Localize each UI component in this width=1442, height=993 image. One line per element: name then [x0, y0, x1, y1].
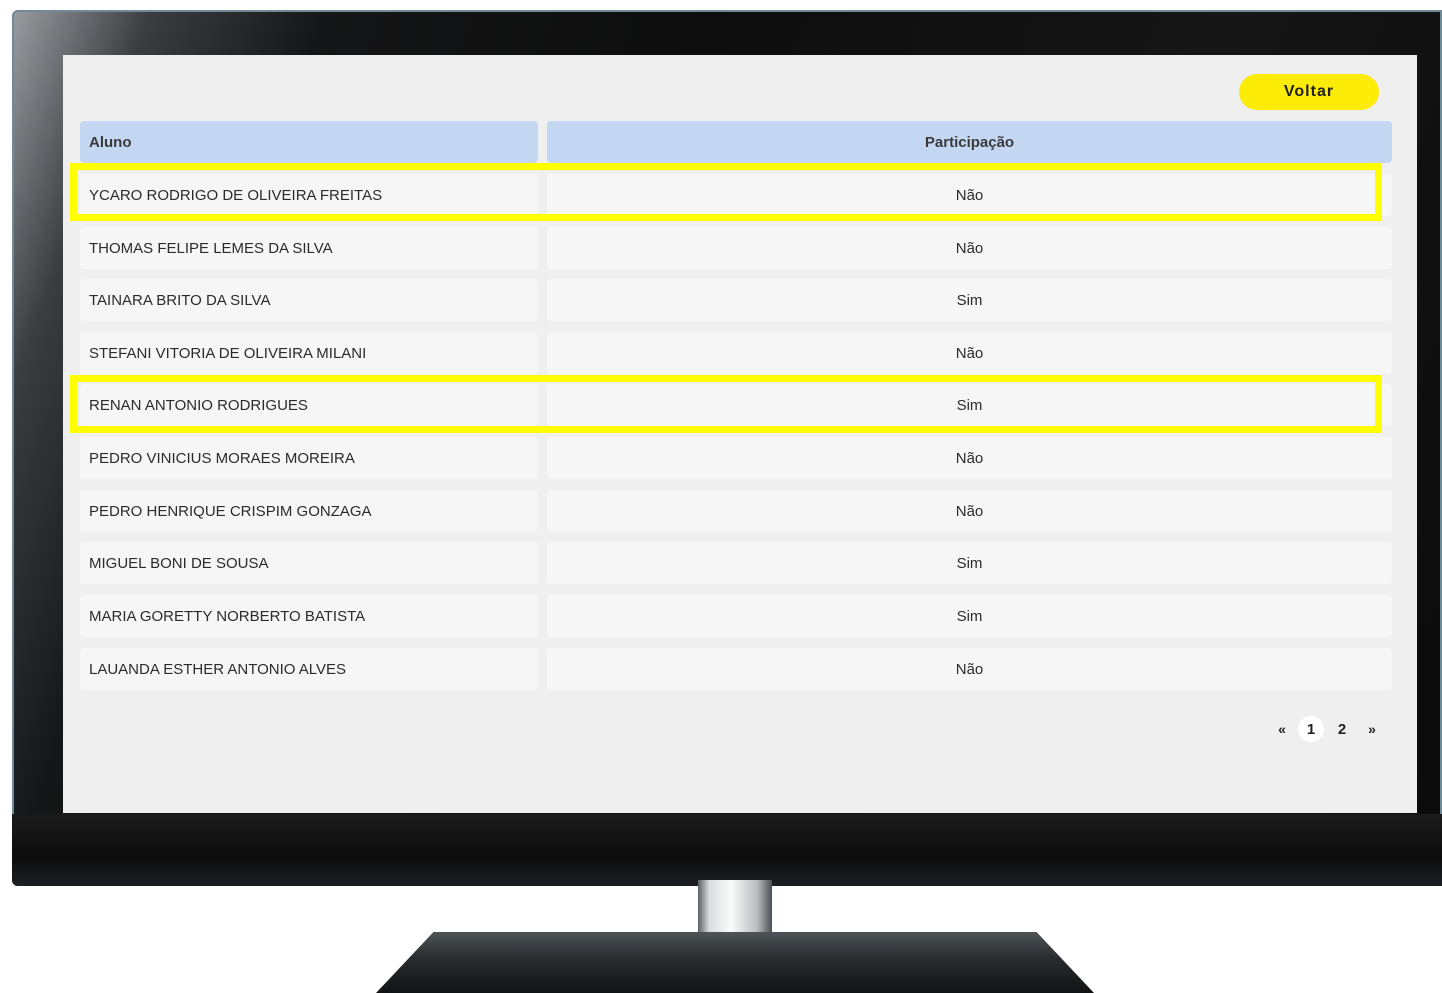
table-row: TAINARA BRITO DA SILVA Sim — [80, 279, 1392, 321]
table-row: LAUANDA ESTHER ANTONIO ALVES Não — [80, 648, 1392, 690]
table-row: RENAN ANTONIO RODRIGUES Sim — [80, 384, 1392, 426]
pagination-page-2[interactable]: 2 — [1328, 716, 1356, 742]
pagination: « 1 2 » — [1268, 716, 1386, 742]
participation-value: Sim — [547, 595, 1392, 637]
participation-value: Sim — [547, 542, 1392, 584]
column-header-aluno: Aluno — [80, 121, 538, 163]
student-name: LAUANDA ESTHER ANTONIO ALVES — [80, 648, 538, 690]
participation-value: Sim — [547, 279, 1392, 321]
pagination-page-1[interactable]: 1 — [1298, 716, 1324, 742]
participation-value: Não — [547, 174, 1392, 216]
table-row: THOMAS FELIPE LEMES DA SILVA Não — [80, 227, 1392, 269]
pagination-prev[interactable]: « — [1268, 716, 1296, 742]
pagination-next[interactable]: » — [1358, 716, 1386, 742]
table-row: PEDRO HENRIQUE CRISPIM GONZAGA Não — [80, 490, 1392, 532]
table-row: MARIA GORETTY NORBERTO BATISTA Sim — [80, 595, 1392, 637]
monitor-bezel-bottom — [12, 814, 1442, 886]
participation-value: Não — [547, 227, 1392, 269]
monitor-stand-base — [376, 932, 1094, 993]
screen: Voltar Aluno Participação YCARO RODRIGO … — [63, 55, 1417, 813]
student-name: PEDRO VINICIUS MORAES MOREIRA — [80, 437, 538, 479]
participation-value: Não — [547, 332, 1392, 374]
participation-value: Não — [547, 648, 1392, 690]
table-row: MIGUEL BONI DE SOUSA Sim — [80, 542, 1392, 584]
table-row: PEDRO VINICIUS MORAES MOREIRA Não — [80, 437, 1392, 479]
student-name: RENAN ANTONIO RODRIGUES — [80, 384, 538, 426]
table-row: YCARO RODRIGO DE OLIVEIRA FREITAS Não — [80, 174, 1392, 216]
column-header-participacao: Participação — [547, 121, 1392, 163]
student-name: PEDRO HENRIQUE CRISPIM GONZAGA — [80, 490, 538, 532]
back-button[interactable]: Voltar — [1239, 74, 1379, 110]
student-name: TAINARA BRITO DA SILVA — [80, 279, 538, 321]
student-name: THOMAS FELIPE LEMES DA SILVA — [80, 227, 538, 269]
participation-value: Não — [547, 437, 1392, 479]
student-name: MARIA GORETTY NORBERTO BATISTA — [80, 595, 538, 637]
participation-value: Não — [547, 490, 1392, 532]
student-name: YCARO RODRIGO DE OLIVEIRA FREITAS — [80, 174, 538, 216]
table-row: STEFANI VITORIA DE OLIVEIRA MILANI Não — [80, 332, 1392, 374]
participation-value: Sim — [547, 384, 1392, 426]
student-name: MIGUEL BONI DE SOUSA — [80, 542, 538, 584]
student-name: STEFANI VITORIA DE OLIVEIRA MILANI — [80, 332, 538, 374]
